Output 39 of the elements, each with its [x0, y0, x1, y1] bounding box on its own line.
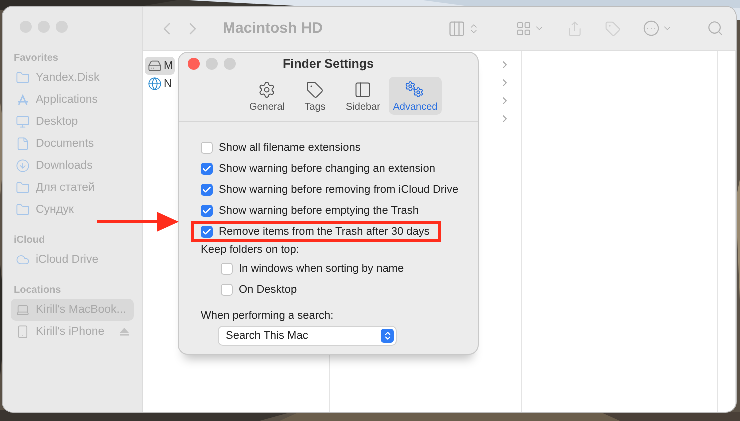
option-label: On Desktop [239, 284, 298, 296]
option-label: Show warning before removing from iCloud Drive [219, 184, 459, 196]
sidebar-item[interactable]: Kirill's iPhone [11, 321, 134, 343]
sidebar-heading: iCloud [13, 235, 46, 246]
sidebar-item[interactable]: Documents [11, 133, 134, 155]
section-label: When performing a search: [200, 310, 335, 322]
dialog-title: Finder Settings [282, 57, 375, 71]
column-item[interactable]: N [145, 75, 174, 93]
settings-tab[interactable]: General [245, 77, 290, 115]
option-label: Remove items from the Trash after 30 days [219, 226, 430, 238]
window-title: Macintosh HD [223, 20, 324, 37]
sidebar-item[interactable]: Для статей [11, 177, 134, 199]
option-label: In windows when sorting by name [239, 262, 404, 274]
sidebar-item-label: Documents [36, 138, 96, 150]
sidebar-heading: Locations [13, 285, 62, 296]
settings-tab[interactable]: Advanced [389, 77, 442, 115]
sidebar-item[interactable]: Downloads [11, 155, 134, 177]
sidebar-item[interactable]: Yandex.Disk [11, 67, 134, 89]
section-label: Keep folders on top: [200, 244, 300, 256]
option-label: Show all filename extensions [219, 142, 361, 154]
sidebar-item-label: Kirill's iPhone [36, 326, 106, 338]
option-label: Show warning before changing an extension [219, 162, 436, 174]
sidebar-item-label: Сундук [36, 204, 75, 216]
sidebar-heading: Favorites [13, 53, 60, 64]
settings-tab[interactable]: Tags [293, 77, 338, 115]
sidebar-item-label: iCloud Drive [36, 254, 100, 266]
search-scope-select[interactable]: Search This Mac [219, 327, 396, 345]
sidebar-item[interactable]: Desktop [11, 111, 134, 133]
option-label: Show warning before emptying the Trash [219, 204, 419, 216]
sidebar-item-label: Applications [36, 94, 100, 106]
column-item[interactable]: M [145, 57, 176, 75]
sidebar-item-label: Для статей [36, 182, 96, 194]
settings-tab[interactable]: Sidebar [341, 77, 386, 115]
sidebar-item[interactable]: iCloud Drive [11, 249, 134, 271]
sidebar-item-label: Desktop [36, 116, 80, 128]
sidebar-item[interactable]: Сундук [11, 199, 134, 221]
sidebar-item-label: Downloads [36, 160, 94, 172]
sidebar-item[interactable]: Applications [11, 89, 134, 111]
sidebar-item-label: Yandex.Disk [36, 72, 101, 84]
